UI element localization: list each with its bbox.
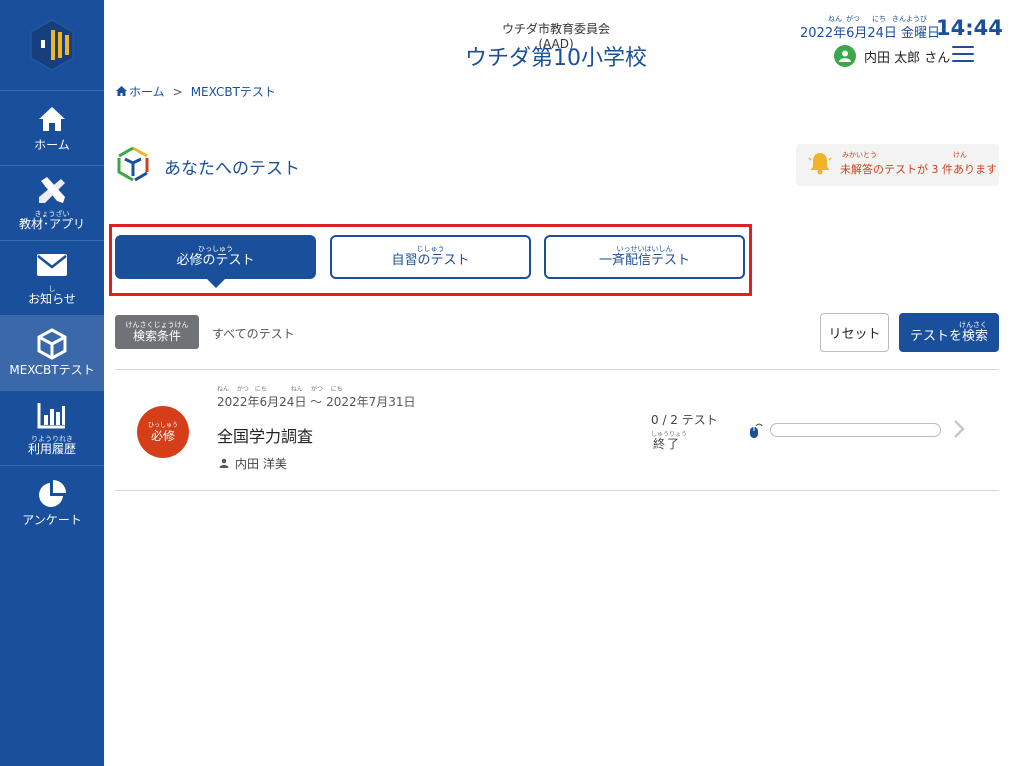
sidebar-item-mexcbt[interactable]: MEXCBTテスト xyxy=(0,315,104,390)
person-icon xyxy=(219,457,229,471)
test-status: 終了 xyxy=(653,437,682,451)
notice-ruby-count: けん xyxy=(953,151,967,159)
pencil-ruler-icon xyxy=(36,174,68,206)
notice-text: 未解答のテストが 3 件あります xyxy=(840,163,997,176)
tab-label: 一斉配信テスト xyxy=(598,253,690,268)
search-condition-ruby: けんさくじょうけん xyxy=(125,320,189,329)
required-badge-ruby: ひっしゅう xyxy=(147,421,178,429)
tab-required-tests[interactable]: ひっしゅう 必修のテスト xyxy=(115,235,316,288)
search-condition-badge: けんさくじょうけん 検索条件 xyxy=(115,315,199,349)
test-author: 内田 洋美 xyxy=(219,455,287,472)
test-count: 0 / 2 テスト xyxy=(651,413,718,427)
logo[interactable] xyxy=(0,0,104,90)
test-dates-ruby: ねん がつ にち ねん がつ にち xyxy=(217,386,343,393)
time-text: 14:44 xyxy=(936,16,1003,40)
breadcrumb-home-link[interactable]: ホーム xyxy=(129,83,165,100)
date-area: ねん がつ にち きんようび 2022年6月24日 金曜日 14:44 xyxy=(800,8,1003,41)
page-title-row: あなたへのテスト xyxy=(116,146,300,186)
tab-label: 自習のテスト xyxy=(391,253,470,268)
test-name: 全国学力調査 xyxy=(217,427,314,446)
notice-ruby: みかいとう xyxy=(842,151,877,159)
mail-icon xyxy=(36,249,68,281)
user-avatar-icon xyxy=(834,45,856,67)
sidebar-item-materials[interactable]: きょうざい 教材･アプリ xyxy=(0,165,104,240)
bar-chart-icon xyxy=(36,399,68,431)
page-title: あなたへのテスト xyxy=(164,158,300,179)
sidebar-item-history[interactable]: りようりれき 利用履歴 xyxy=(0,390,104,465)
tab-self-study-tests[interactable]: じしゅう 自習のテスト xyxy=(330,235,531,279)
search-condition-label: 検索条件 xyxy=(132,328,181,343)
tab-label: 必修のテスト xyxy=(176,253,255,268)
search-button-label: テストを検索 xyxy=(909,328,988,344)
search-button-ruby: けんさく xyxy=(959,320,987,329)
bell-icon xyxy=(808,151,832,179)
home-icon xyxy=(36,103,68,135)
required-badge: ひっしゅう 必修 xyxy=(137,406,189,458)
sidebar-item-label: アンケート xyxy=(22,513,82,528)
divider xyxy=(115,490,999,491)
pie-chart-icon xyxy=(36,478,68,510)
sidebar-item-label: りようりれき 利用履歴 xyxy=(27,435,76,457)
sidebar-item-label: MEXCBTテスト xyxy=(9,363,95,378)
breadcrumb: ホーム > MEXCBTテスト xyxy=(116,83,276,100)
sidebar: ホーム きょうざい 教材･アプリ し お知らせ MEXCBTテスト りようりれき… xyxy=(0,0,104,766)
search-condition-value: すべてのテスト xyxy=(212,327,295,341)
progress-bar xyxy=(770,423,941,437)
test-dates: 2022年6月24日 ～ 2022年7月31日 xyxy=(217,395,416,409)
tab-broadcast-tests[interactable]: いっせいはいしん 一斉配信テスト xyxy=(544,235,745,279)
test-list-item[interactable]: ひっしゅう 必修 ねん がつ にち ねん がつ にち 2022年6月24日 ～ … xyxy=(115,371,999,490)
sidebar-item-label: ホーム xyxy=(34,138,70,153)
tab-ruby: じしゅう xyxy=(416,245,445,253)
user-name: 内田 太郎 さん xyxy=(864,50,951,66)
tab-ruby: ひっしゅう xyxy=(198,245,233,253)
unanswered-notice[interactable]: みかいとう けん 未解答のテストが 3 件あります xyxy=(796,144,999,186)
tab-ruby: いっせいはいしん xyxy=(616,245,673,253)
mouse-icon xyxy=(749,423,763,443)
sidebar-item-home[interactable]: ホーム xyxy=(0,90,104,165)
sidebar-item-label: し お知らせ xyxy=(28,285,76,307)
sidebar-item-label: きょうざい 教材･アプリ xyxy=(18,210,85,232)
chevron-right-icon[interactable] xyxy=(953,419,965,443)
cube-icon xyxy=(36,328,68,361)
test-author-name: 内田 洋美 xyxy=(235,457,287,471)
required-badge-label: 必修 xyxy=(150,428,175,443)
user-info[interactable]: 内田 太郎 さん xyxy=(834,44,950,68)
home-icon xyxy=(116,85,127,99)
reset-button[interactable]: リセット xyxy=(820,313,889,352)
sidebar-item-notices[interactable]: し お知らせ xyxy=(0,240,104,315)
hamburger-menu-icon[interactable] xyxy=(952,46,974,64)
breadcrumb-current: MEXCBTテスト xyxy=(190,85,276,99)
search-test-button[interactable]: けんさく テストを検索 xyxy=(899,313,999,352)
cube-icon xyxy=(116,146,150,186)
sidebar-item-survey[interactable]: アンケート xyxy=(0,465,104,540)
school-name: ウチダ第10小学校 xyxy=(465,46,647,71)
app-root: ホーム きょうざい 教材･アプリ し お知らせ MEXCBTテスト りようりれき… xyxy=(0,0,1024,766)
date-text: 2022年6月24日 金曜日 xyxy=(800,26,941,41)
divider xyxy=(115,369,999,370)
breadcrumb-separator: > xyxy=(172,84,183,99)
